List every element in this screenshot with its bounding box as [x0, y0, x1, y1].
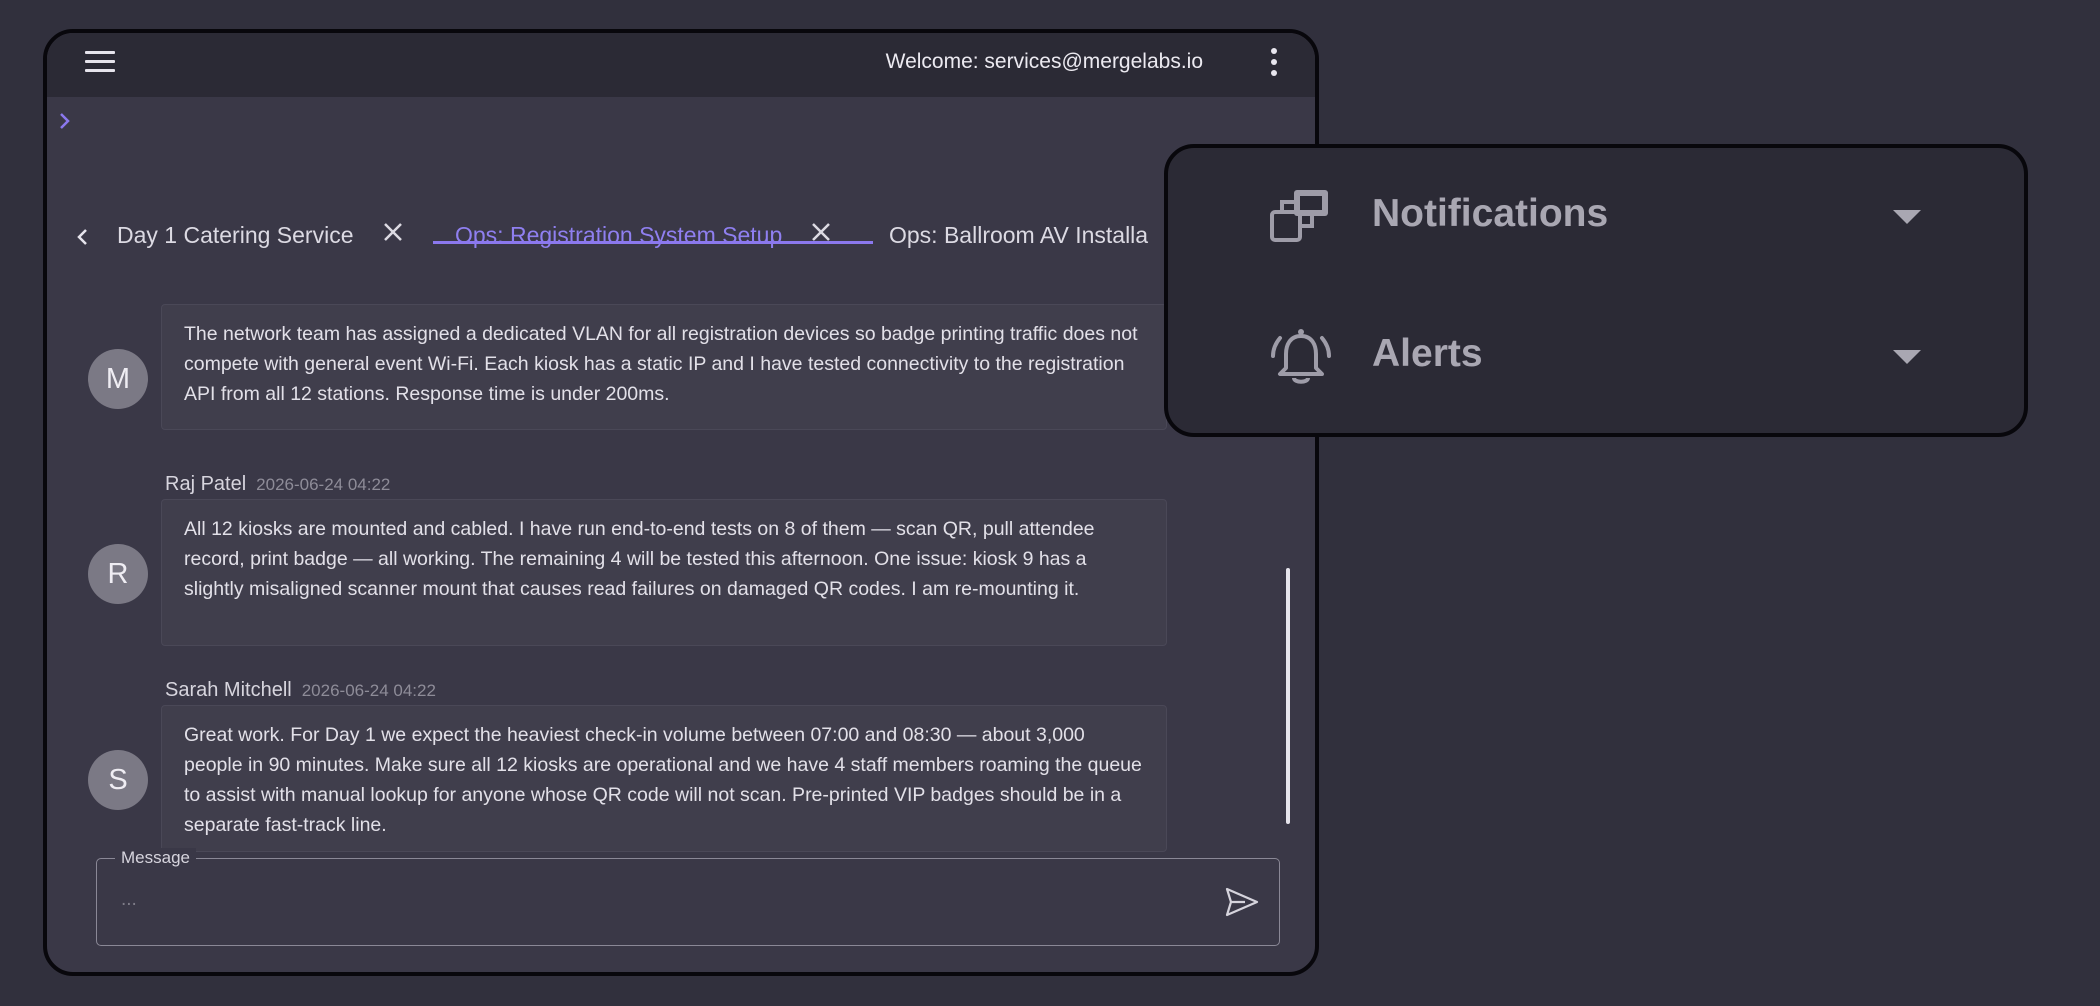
caret-down-icon[interactable] [1891, 208, 1923, 231]
message-author: Sarah Mitchell [165, 679, 292, 701]
tab-label: Day 1 Catering Service [117, 221, 354, 248]
send-icon[interactable] [1225, 887, 1259, 922]
message-bubble: The network team has assigned a dedicate… [161, 304, 1167, 430]
alerts-label: Alerts [1372, 332, 1483, 375]
message-author: Raj Patel [165, 473, 247, 495]
top-app-bar: Welcome: services@mergelabs.io [47, 33, 1315, 97]
avatar: M [88, 349, 148, 409]
more-options-icon[interactable] [1266, 48, 1282, 80]
close-icon[interactable] [382, 221, 404, 249]
message-field-label: Message [115, 848, 196, 868]
alerts-row[interactable]: Alerts [1168, 310, 2024, 420]
message-meta: Raj Patel 2026-06-24 04:22 [165, 473, 390, 496]
welcome-text: Welcome: services@mergelabs.io [885, 50, 1203, 73]
menu-icon[interactable] [85, 51, 115, 77]
tab-ballroom-av[interactable]: Ops: Ballroom AV Installa [889, 193, 1148, 277]
close-icon[interactable] [810, 221, 832, 249]
message-timestamp: 2026-06-24 04:22 [301, 681, 436, 700]
chevron-left-icon[interactable] [75, 227, 89, 252]
bell-ringing-icon [1270, 326, 1332, 388]
tab-bar: Day 1 Catering Service Ops: Registration… [47, 193, 1315, 279]
message-timestamp: 2026-06-24 04:22 [256, 475, 391, 494]
tab-label: Ops: Registration System Setup [455, 221, 783, 248]
caret-down-icon[interactable] [1891, 348, 1923, 371]
avatar: R [88, 544, 148, 604]
active-tab-indicator [433, 241, 873, 244]
message-bubble: All 12 kiosks are mounted and cabled. I … [161, 499, 1167, 646]
message-meta: Sarah Mitchell 2026-06-24 04:22 [165, 679, 436, 702]
message-field[interactable]: Message [96, 848, 1280, 946]
notifications-row[interactable]: Notifications [1168, 170, 2024, 280]
chevron-right-icon[interactable] [58, 111, 72, 136]
avatar: S [88, 750, 148, 810]
tab-day1-catering[interactable]: Day 1 Catering Service [117, 193, 404, 277]
tab-registration-system[interactable]: Ops: Registration System Setup [455, 193, 832, 277]
notifications-label: Notifications [1372, 192, 1609, 235]
tab-label: Ops: Ballroom AV Installa [889, 221, 1149, 248]
scrollbar-thumb[interactable] [1286, 568, 1290, 824]
message-bubble: Great work. For Day 1 we expect the heav… [161, 705, 1167, 852]
notifications-panel: Notifications Alerts [1164, 144, 2028, 437]
chat-window: Welcome: services@mergelabs.io Day 1 Cat… [43, 29, 1319, 976]
message-list: M The network team has assigned a dedica… [47, 280, 1315, 880]
stacked-windows-icon [1270, 186, 1332, 248]
message-input[interactable] [121, 889, 1181, 911]
